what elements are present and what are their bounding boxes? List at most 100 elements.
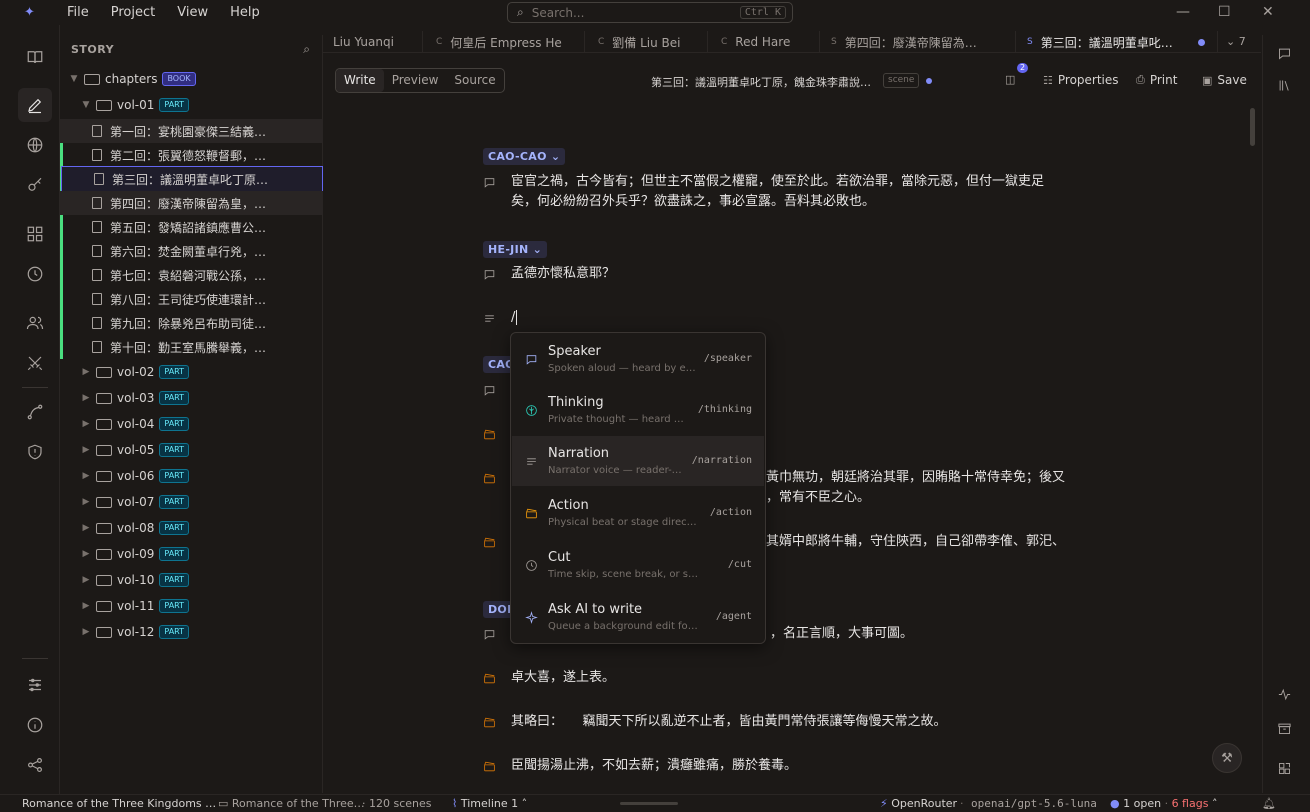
status-project[interactable]: Romance of the Three Kingdoms … — [22, 797, 216, 810]
sidebar-item-chapter[interactable]: 第二回：張翼德怒鞭督郵，… — [60, 143, 323, 167]
close-icon[interactable]: ✕ — [1262, 4, 1274, 20]
open-count: 1 open — [1123, 797, 1162, 810]
tree-volume[interactable]: ▶ vol-05 PART — [60, 438, 323, 462]
menu-help[interactable]: Help — [219, 5, 271, 20]
tree-volume[interactable]: ▶ vol-08 PART — [60, 516, 323, 540]
print-button[interactable]: ⎙ Print — [1136, 73, 1177, 87]
tab-overflow-button[interactable]: ⌄ 7 — [1226, 35, 1246, 48]
minimize-icon[interactable]: — — [1176, 4, 1190, 20]
route-curve-icon[interactable] — [18, 395, 52, 429]
command-thinking[interactable]: Thinking Private thought — heard … /thin… — [512, 385, 764, 435]
action-line[interactable]: 卓大喜，遂上表。 — [511, 668, 1101, 688]
tab-red-hare[interactable]: C Red Hare — [709, 31, 820, 52]
library-book-icon[interactable] — [18, 40, 52, 74]
info-icon[interactable] — [18, 708, 52, 742]
tab-label: 第三回：議溫明董卓叱… — [1040, 35, 1173, 50]
command-ask-ai[interactable]: Ask AI to write Queue a background edit … — [512, 592, 764, 642]
tab-chapter-3[interactable]: S 第三回：議溫明董卓叱… — [1017, 31, 1218, 52]
sidebar-item-chapter[interactable]: 第七回：袁紹磐河戰公孫，… — [60, 263, 323, 287]
tree-volume[interactable]: ▶ vol-04 PART — [60, 412, 323, 436]
globe-icon[interactable] — [18, 128, 52, 162]
command-narration[interactable]: Narration Narrator voice — reader-… /nar… — [512, 436, 764, 486]
activity-pulse-icon[interactable] — [1274, 684, 1294, 704]
mode-write[interactable]: Write — [336, 69, 384, 92]
mode-source[interactable]: Source — [446, 69, 503, 92]
menu-project[interactable]: Project — [100, 5, 166, 20]
status-provider[interactable]: ⚡ OpenRouter — [880, 797, 957, 810]
command-cut[interactable]: Cut Time skip, scene break, or separ… /c… — [512, 540, 764, 590]
tree-volume[interactable]: ▶ vol-10 PART — [60, 568, 323, 592]
action-line[interactable]: 其婿中郎將牛輔，守住陝西，自己卻帶李傕、郭汜、 — [766, 532, 1106, 552]
chevron-right-icon: ▶ — [82, 367, 90, 377]
tab-chapter-4[interactable]: S 第四回：廢漢帝陳留為… — [821, 31, 1016, 52]
action-text: 臣聞揚湯止沸，不如去薪；潰癰雖痛，勝於養毒。 — [511, 758, 798, 773]
properties-button[interactable]: ☷ Properties — [1043, 73, 1119, 87]
save-button[interactable]: ▣ Save — [1202, 73, 1247, 87]
maximize-icon[interactable]: ☐ — [1218, 4, 1231, 20]
tree-volume[interactable]: ▶ vol-09 PART — [60, 542, 323, 566]
tab-liu-bei[interactable]: C 劉備 Liu Bei — [586, 31, 708, 52]
panel-toggle-button[interactable]: ◫ — [1005, 73, 1015, 86]
menu-view[interactable]: View — [166, 5, 219, 20]
sidebar-item-chapter[interactable]: 第三回：議溫明董卓叱丁原… — [61, 166, 323, 192]
key-icon[interactable] — [18, 168, 52, 202]
bookshelf-icon[interactable] — [1274, 75, 1294, 95]
editor-scrollbar[interactable] — [1250, 108, 1255, 146]
sidebar-item-chapter[interactable]: 第六回：焚金闕董卓行兇，… — [60, 239, 323, 263]
slash-command-line[interactable]: / — [511, 308, 1101, 328]
action-line[interactable]: 臣聞揚湯止沸，不如去薪；潰癰雖痛，勝於養毒。 — [511, 756, 1101, 776]
wrench-tool-button[interactable]: ⚒ — [1212, 743, 1242, 773]
dialogue-line[interactable]: ，名正言順，大事可圖。 — [770, 624, 1070, 644]
status-timeline[interactable]: ⌇ Timeline 1 ˄ — [452, 797, 527, 810]
sidebar-item-chapter[interactable]: 第十回：勤王室馬騰舉義，… — [60, 335, 323, 359]
tree-volume-vol-01[interactable]: ▼ vol-01 PART — [60, 93, 323, 117]
speaker-tag[interactable]: HE-JIN ⌄ — [483, 241, 548, 258]
action-line[interactable]: 黃巾無功，朝廷將治其罪，因賄賂十常侍幸免；後又 ，常有不臣之心。 — [766, 468, 1106, 508]
part-badge: PART — [159, 365, 190, 379]
bell-icon[interactable]: 🔔︎ — [1262, 797, 1276, 810]
menu-file[interactable]: File — [56, 5, 100, 20]
chat-icon[interactable] — [1274, 43, 1294, 63]
layout-blocks-icon[interactable] — [1274, 758, 1294, 778]
sliders-icon[interactable] — [18, 668, 52, 702]
tree-volume[interactable]: ▶ vol-07 PART — [60, 490, 323, 514]
share-icon[interactable] — [18, 748, 52, 782]
status-issues[interactable]: ● 1 open · 6 flags ˄ — [1110, 797, 1217, 810]
chevron-down-icon: ⌄ — [1226, 35, 1236, 48]
sidebar-search-icon[interactable]: ⌕ — [303, 42, 310, 57]
mode-preview[interactable]: Preview — [384, 69, 447, 92]
crossed-swords-icon[interactable] — [18, 346, 52, 380]
command-speaker[interactable]: Speaker Spoken aloud — heard by e… /spea… — [512, 334, 764, 384]
tree-volume[interactable]: ▶ vol-03 PART — [60, 386, 323, 410]
tree-volume[interactable]: ▶ vol-11 PART — [60, 594, 323, 618]
sidebar-item-chapter[interactable]: 第九回：除暴兇呂布助司徒… — [60, 311, 323, 335]
dialogue-line[interactable]: 宦官之禍，古今皆有；但世主不當假之權寵，使至於此。若欲治罪，當除元惡，但付一獄吏… — [511, 172, 1131, 212]
sidebar-item-chapter[interactable]: 第一回：宴桃園豪傑三結義… — [60, 119, 323, 143]
tree-volume[interactable]: ▶ vol-12 PART — [60, 620, 323, 644]
action-line[interactable]: 其略曰： 竊聞天下所以亂逆不止者，皆由黃門常侍張讓等侮慢天常之故。 — [511, 712, 1131, 732]
scene-editor[interactable]: CAO-CAO ⌄ 宦官之禍，古今皆有；但世主不當假之權寵，使至於此。若欲治罪，… — [324, 96, 1258, 793]
search-input[interactable]: ⌕ Search... Ctrl K — [507, 2, 793, 23]
sidebar-item-chapter[interactable]: 第四回：廢漢帝陳留為皇，… — [60, 191, 323, 215]
tree-volume[interactable]: ▶ vol-02 PART — [60, 360, 323, 384]
tab-empress-he[interactable]: C 何皇后 Empress He — [424, 31, 585, 52]
sidebar-item-chapter[interactable]: 第五回：發矯詔諸鎮應曹公… — [60, 215, 323, 239]
chevron-down-icon: ▼ — [70, 74, 78, 84]
tree-volume[interactable]: ▶ vol-06 PART — [60, 464, 323, 488]
tab-liu-yuanqi[interactable]: Liu Yuanqi — [323, 31, 423, 52]
status-path[interactable]: ▭ Romance of the Three… — [218, 797, 365, 810]
sidebar-item-chapter[interactable]: 第八回：王司徒巧使連環計… — [60, 287, 323, 311]
write-pen-icon[interactable] — [18, 88, 52, 122]
tree-root-chapters[interactable]: ▼ chapters BOOK — [60, 67, 323, 91]
dialogue-line[interactable]: 孟德亦懷私意耶？ — [511, 264, 1101, 284]
unsaved-dot — [926, 78, 932, 84]
status-model[interactable]: openai/gpt-5.6-luna — [971, 797, 1097, 810]
shield-icon[interactable] — [18, 435, 52, 469]
clock-icon[interactable] — [18, 257, 52, 291]
grid-icon[interactable] — [18, 217, 52, 251]
command-action[interactable]: Action Physical beat or stage directi… /… — [512, 488, 764, 538]
archive-box-icon[interactable] — [1274, 718, 1294, 738]
tab-overflow-count: 7 — [1238, 35, 1246, 48]
speaker-tag[interactable]: CAO-CAO ⌄ — [483, 148, 566, 165]
people-icon[interactable] — [18, 306, 52, 340]
